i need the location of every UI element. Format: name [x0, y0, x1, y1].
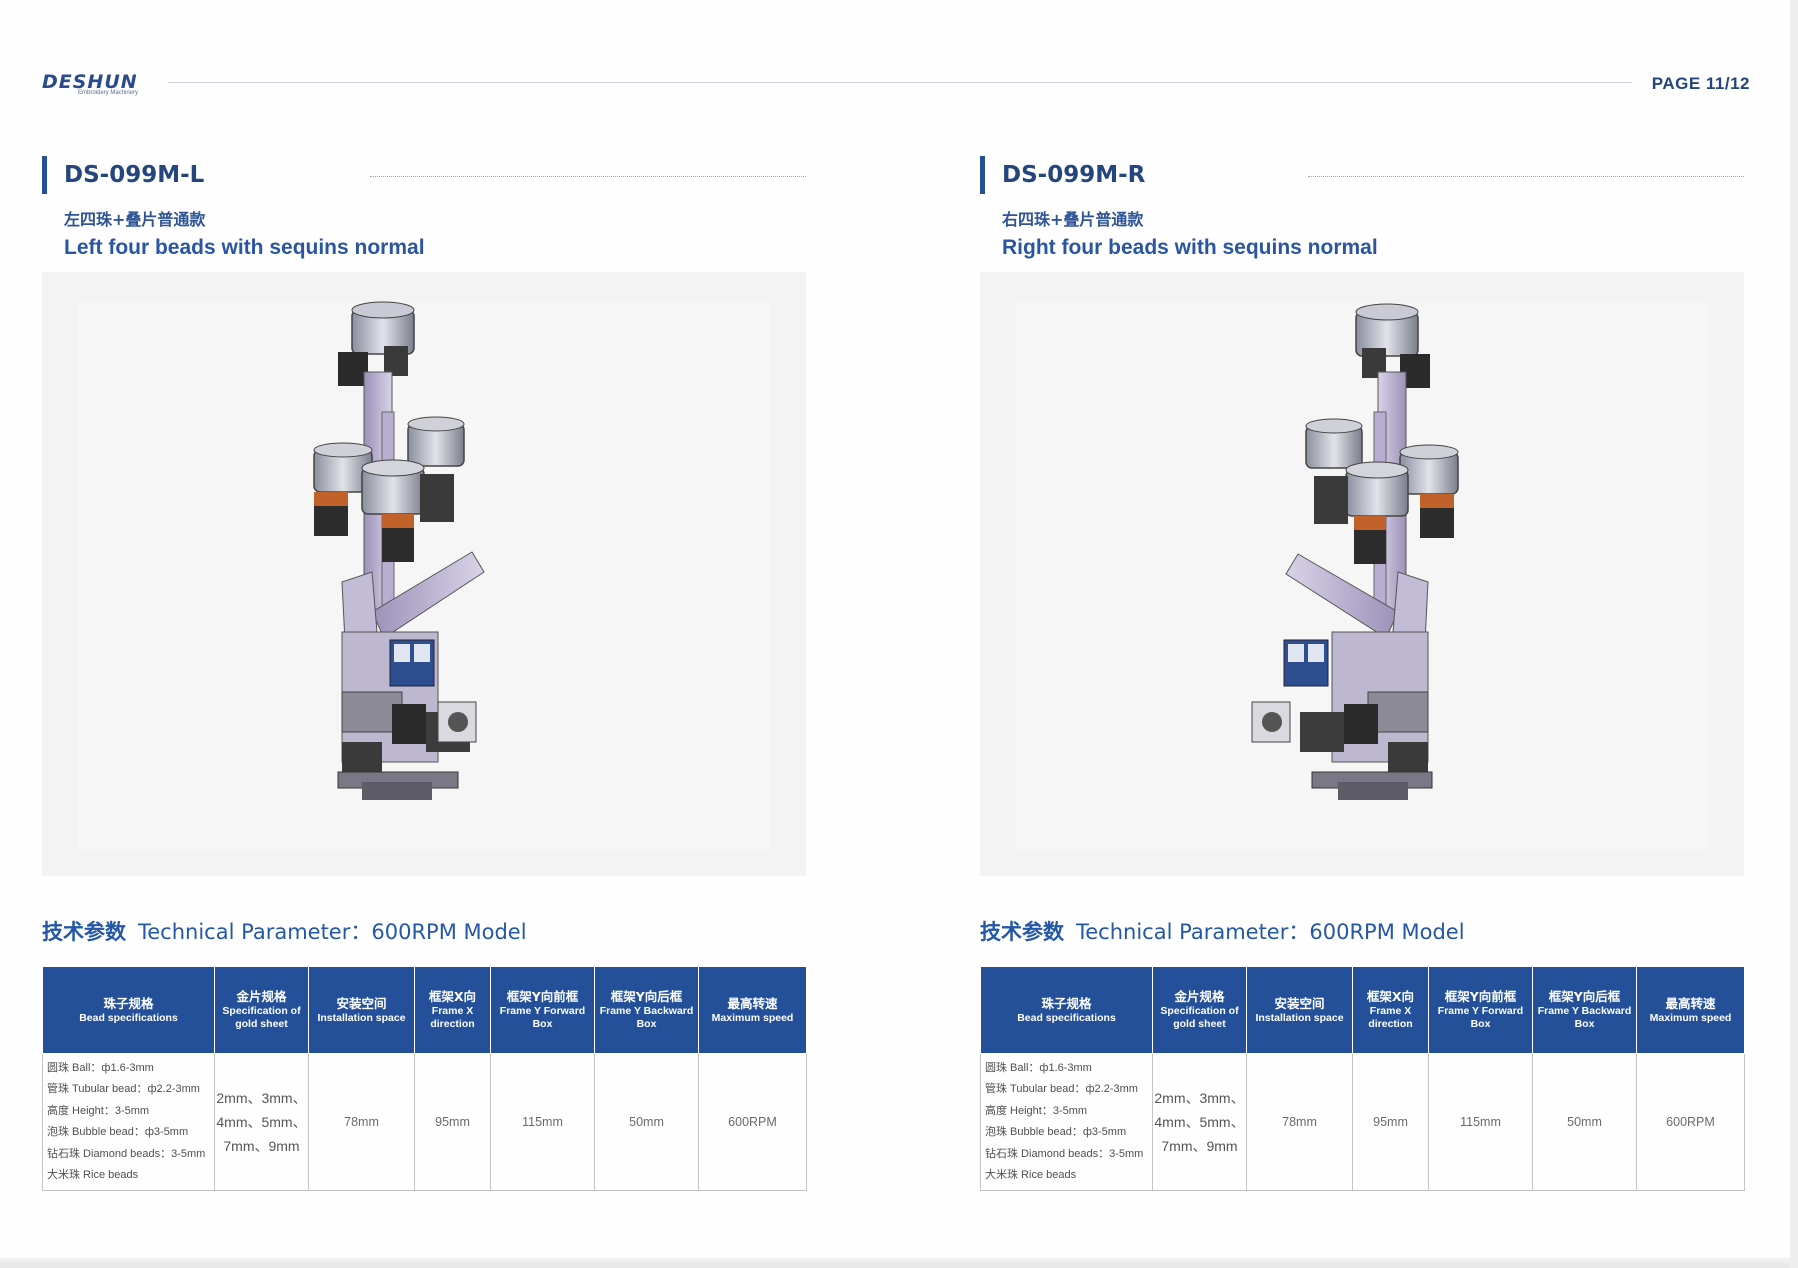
tech-heading-en: Technical Parameter：600RPM Model [1076, 920, 1465, 944]
cell-max-speed: 600RPM [698, 1053, 807, 1191]
model-subtitle-cn: 左四珠+叠片普通款 [64, 210, 206, 229]
model-subtitle-cn: 右四珠+叠片普通款 [1002, 210, 1144, 229]
product-panel-left: DS-099M-L 左四珠+叠片普通款 Left four beads with… [42, 154, 807, 1191]
spec-table-header-row: 珠子规格 Bead specifications 金片规格 Specificatio… [42, 966, 807, 1054]
model-accent-bar [42, 156, 47, 194]
header-gold-sheet: 金片规格 Specification of gold sheet [1152, 966, 1247, 1054]
header-gold-sheet: 金片规格 Specification of gold sheet [214, 966, 309, 1054]
bead-device-right-illustration [1251, 303, 1459, 800]
header-divider [168, 82, 1632, 83]
cell-gold-sheet: 2mm、3mm、 4mm、5mm、 7mm、9mm [1152, 1053, 1247, 1191]
product-panel-right: DS-099M-R 右四珠+叠片普通款 Right four beads wit… [980, 154, 1745, 1191]
cell-frame-x: 95mm [1352, 1053, 1429, 1191]
header-installation-space: 安装空间 Installation space [308, 966, 415, 1054]
model-subtitle-en: Left four beads with sequins normal [64, 236, 425, 259]
cell-frame-x: 95mm [414, 1053, 491, 1191]
cell-gold-sheet: 2mm、3mm、 4mm、5mm、 7mm、9mm [214, 1053, 309, 1191]
header-frame-y-forward: 框架Y向前框 Frame Y Forward Box [1428, 966, 1533, 1054]
cell-bead-specs: 圆珠 Ball：ф1.6-3mm 管珠 Tubular bead：ф2.2-3m… [980, 1053, 1153, 1191]
header-frame-y-backward: 框架Y向后框 Frame Y Backward Box [594, 966, 699, 1054]
header-installation-space: 安装空间 Installation space [1246, 966, 1353, 1054]
tech-heading-cn: 技术参数 [980, 920, 1064, 944]
cell-installation-space: 78mm [308, 1053, 415, 1191]
header-max-speed: 最高转速 Maximum speed [698, 966, 807, 1054]
model-accent-bar [980, 156, 985, 194]
cell-frame-y-forward: 115mm [1428, 1053, 1533, 1191]
header-bead-specs: 珠子规格 Bead specifications [42, 966, 215, 1054]
cell-frame-y-forward: 115mm [490, 1053, 595, 1191]
cell-frame-y-backward: 50mm [1532, 1053, 1637, 1191]
cell-max-speed: 600RPM [1636, 1053, 1745, 1191]
title-dotted-divider [370, 176, 806, 177]
header-frame-x: 框架X向 Frame X direction [414, 966, 491, 1054]
bead-device-left-illustration [313, 301, 485, 800]
header-frame-y-forward: 框架Y向前框 Frame Y Forward Box [490, 966, 595, 1054]
title-dotted-divider [1308, 176, 1744, 177]
tech-heading-cn: 技术参数 [42, 920, 126, 944]
page-bottom-edge [0, 1258, 1798, 1268]
product-image [980, 272, 1744, 876]
header-frame-y-backward: 框架Y向后框 Frame Y Backward Box [1532, 966, 1637, 1054]
technical-parameter-heading: 技术参数 Technical Parameter：600RPM Model [980, 916, 1465, 946]
cell-frame-y-backward: 50mm [594, 1053, 699, 1191]
product-image [42, 272, 806, 876]
table-row: 圆珠 Ball：ф1.6-3mm 管珠 Tubular bead：ф2.2-3m… [42, 1053, 807, 1191]
model-title: DS-099M-L [64, 162, 205, 188]
spec-table: 珠子规格 Bead specifications 金片规格 Specificatio… [42, 966, 807, 1191]
deshun-logo: DESHUN Embroidery Machinery [42, 72, 160, 98]
table-row: 圆珠 Ball：ф1.6-3mm 管珠 Tubular bead：ф2.2-3m… [980, 1053, 1745, 1191]
page-right-edge [1790, 0, 1798, 1268]
tech-heading-en: Technical Parameter：600RPM Model [138, 920, 527, 944]
cell-bead-specs: 圆珠 Ball：ф1.6-3mm 管珠 Tubular bead：ф2.2-3m… [42, 1053, 215, 1191]
header-max-speed: 最高转速 Maximum speed [1636, 966, 1745, 1054]
cell-installation-space: 78mm [1246, 1053, 1353, 1191]
header-bead-specs: 珠子规格 Bead specifications [980, 966, 1153, 1054]
catalog-page: DESHUN Embroidery Machinery PAGE 11/12 D… [0, 0, 1798, 1268]
logo-text: DESHUN [42, 71, 138, 93]
model-subtitle-en: Right four beads with sequins normal [1002, 236, 1378, 259]
spec-table: 珠子规格 Bead specifications 金片规格 Specificatio… [980, 966, 1745, 1191]
spec-table-header-row: 珠子规格 Bead specifications 金片规格 Specificatio… [980, 966, 1745, 1054]
header-frame-x: 框架X向 Frame X direction [1352, 966, 1429, 1054]
model-title: DS-099M-R [1002, 162, 1146, 188]
technical-parameter-heading: 技术参数 Technical Parameter：600RPM Model [42, 916, 527, 946]
logo-subtext: Embroidery Machinery [78, 90, 139, 96]
page-number: PAGE 11/12 [1651, 74, 1750, 93]
